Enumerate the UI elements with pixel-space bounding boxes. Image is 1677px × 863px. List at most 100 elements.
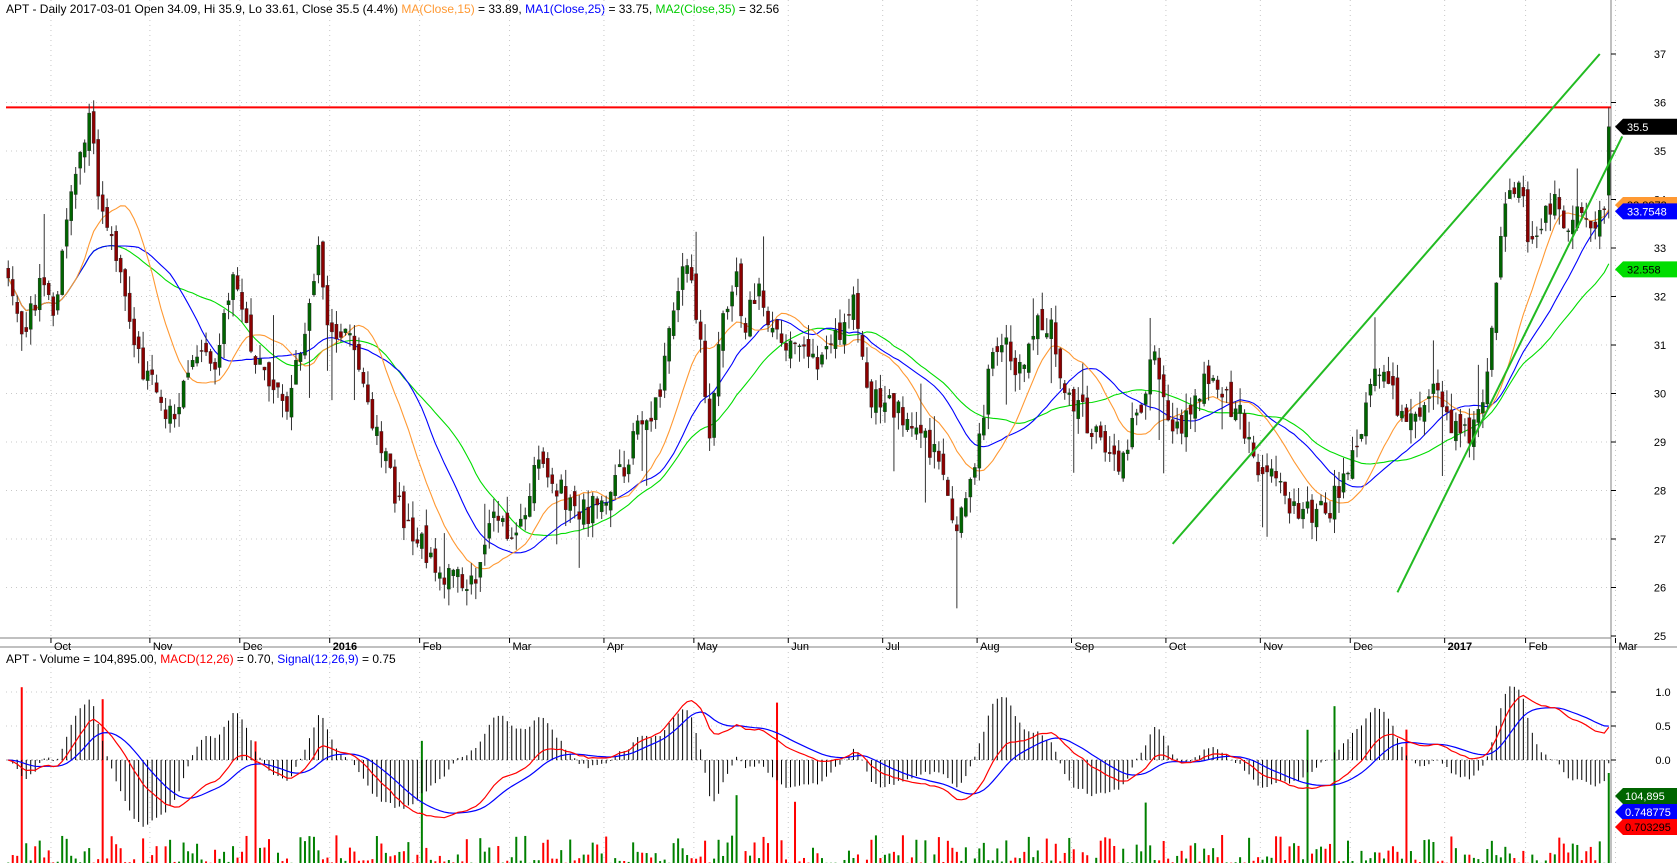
volume-bar [1490,840,1493,863]
volume-bar [856,854,859,863]
candle [199,339,204,363]
candle [1265,453,1269,537]
candle-body [545,458,550,478]
candle [1058,347,1063,390]
price-y-tick-label: 25 [1654,631,1666,643]
candle [689,254,694,284]
volume-bar [596,844,599,863]
candle [1036,313,1040,355]
candle-body [1391,376,1395,386]
candle [1152,345,1157,365]
candle-body [667,328,671,362]
candle-body [860,335,865,357]
candle [159,389,163,411]
volume-bar [650,857,653,863]
candle-body [815,357,820,370]
candle [96,129,100,210]
volume-bar [686,855,689,863]
candle-body [163,409,168,420]
candle-body [1049,319,1054,339]
candle [6,260,11,287]
candle [937,441,941,470]
candle-body [1526,189,1530,243]
candle-body [797,345,802,347]
candle [1310,494,1314,540]
volume-bar [1257,857,1260,863]
candle [1436,369,1440,405]
candle [694,231,698,324]
candle-body [379,431,384,454]
volume-bar [142,838,145,863]
candle-body [55,294,60,311]
candle-body [671,310,676,336]
candle [712,391,716,446]
candle [982,404,986,441]
volume-bar [151,855,154,863]
candle-body [1337,486,1341,499]
candle [1013,350,1018,392]
volume-bar [398,851,401,863]
candle-body [1422,405,1427,422]
candle-body [1431,383,1436,394]
volume-bar [232,846,235,863]
candle-body [820,354,824,365]
candle-body [838,322,842,340]
candle-body [1013,357,1018,376]
volume-bar [326,857,329,863]
volume-bar [312,836,315,863]
candle [964,491,968,518]
candle-body [698,321,703,340]
candle [1508,178,1512,199]
candle [334,311,339,353]
candle [379,421,384,468]
x-tick-label: Apr [607,641,624,653]
candle [1422,401,1427,436]
volume-bar [1014,857,1017,863]
volume-bar [38,840,41,863]
candle-body [766,310,770,326]
volume-bar [1463,854,1466,863]
candle-body [465,589,469,591]
candle-body [977,433,982,469]
candle-body [586,506,590,525]
candle-body [532,465,537,504]
candle [1530,221,1535,244]
candle-body [725,308,730,313]
candle [100,181,105,224]
candle-body [658,389,662,397]
candle [501,515,505,527]
volume-bar [1293,843,1296,863]
candle [671,302,676,340]
price-badge: 33.7548 [1615,203,1677,220]
candle-body [878,388,883,408]
candle-body [487,523,492,539]
candle [590,492,595,538]
volume-bar [1531,854,1534,863]
candle [1350,436,1355,480]
candle-body [1364,402,1368,437]
candle [1440,380,1445,477]
stock-chart[interactable]: 25262728293031323334353637OctNovDec2016F… [0,0,1677,863]
volume-bar [1522,850,1525,863]
candle [802,336,806,359]
volume-bar [182,842,185,863]
candle [730,285,734,322]
volume-bar [276,852,279,863]
candle-body [1184,410,1188,438]
candle [1188,397,1193,430]
candle-body [1602,208,1607,210]
candle-body [388,453,393,468]
candle-body [235,275,240,290]
volume-bar [560,850,563,863]
candle [986,364,991,430]
candle-body [393,466,397,504]
volume-bar [353,851,356,863]
volume-bar [245,835,248,863]
volume-bar [1472,857,1475,863]
candle-body [1022,364,1027,369]
volume-bar [785,859,788,863]
volume-bar [97,859,100,863]
candle [1049,307,1054,384]
volume-bar [1266,856,1269,863]
volume-bar [115,844,118,863]
